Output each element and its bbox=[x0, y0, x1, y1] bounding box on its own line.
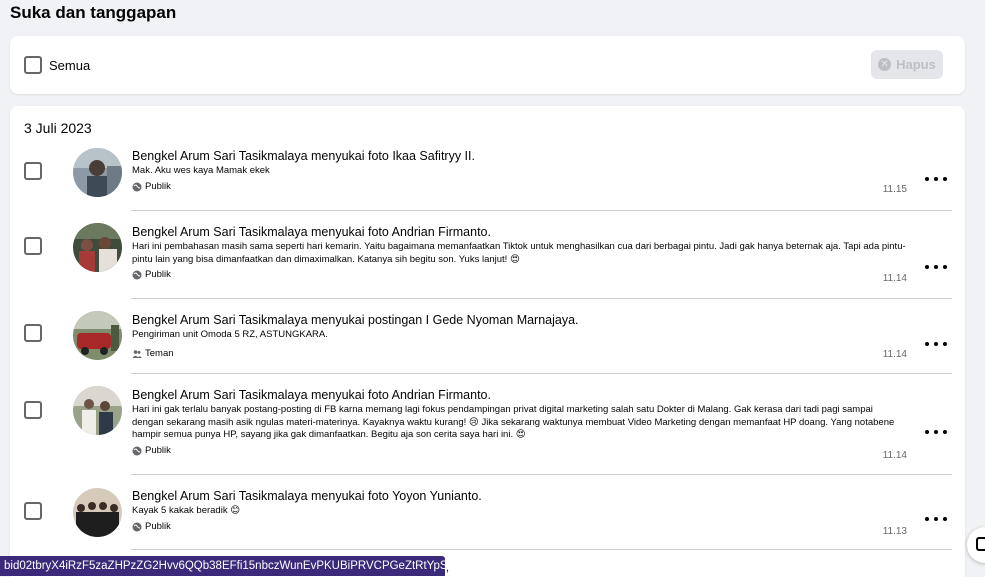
activity-headline[interactable]: Bengkel Arum Sari Tasikmalaya menyukai p… bbox=[132, 312, 907, 328]
actor-name: Bengkel Arum Sari Tasikmalaya bbox=[132, 225, 308, 239]
avatar-image bbox=[73, 311, 122, 360]
privacy-indicator: Publik bbox=[132, 269, 907, 281]
activity-row: Bengkel Arum Sari Tasikmalaya menyukai f… bbox=[10, 374, 965, 475]
actor-name: Bengkel Arum Sari Tasikmalaya bbox=[132, 149, 308, 163]
privacy-label: Publik bbox=[145, 180, 171, 192]
globe-icon bbox=[132, 270, 142, 280]
avatar[interactable] bbox=[73, 386, 122, 435]
close-circle-icon: ✕ bbox=[878, 58, 892, 71]
post-excerpt: Kayak 5 kakak beradik 😊 bbox=[132, 505, 241, 516]
activity-headline[interactable]: Bengkel Arum Sari Tasikmalaya menyukai f… bbox=[132, 488, 907, 504]
timestamp: 11.14 bbox=[882, 450, 907, 461]
avatar[interactable] bbox=[73, 311, 122, 360]
actor-name: Bengkel Arum Sari Tasikmalaya bbox=[132, 489, 308, 503]
privacy-label: Publik bbox=[145, 269, 171, 280]
avatar[interactable] bbox=[73, 488, 122, 537]
post-excerpt: Pengiriman unit Omoda 5 RZ, ASTUNGKARA. bbox=[132, 329, 328, 340]
activity-row: Bengkel Arum Sari Tasikmalaya menyukai p… bbox=[10, 299, 965, 374]
select-all-label: Semua bbox=[49, 58, 91, 73]
avatar-image bbox=[73, 488, 122, 537]
privacy-indicator: Publik bbox=[132, 445, 907, 457]
more-options-button[interactable] bbox=[925, 173, 947, 185]
globe-icon bbox=[132, 446, 142, 455]
privacy-indicator: Publik bbox=[132, 181, 907, 193]
row-checkbox[interactable] bbox=[24, 162, 42, 180]
more-options-button[interactable] bbox=[925, 261, 947, 273]
activity-headline[interactable]: Bengkel Arum Sari Tasikmalaya menyukai f… bbox=[132, 224, 907, 240]
more-options-button[interactable] bbox=[925, 426, 947, 438]
delete-button-label: Hapus bbox=[896, 57, 936, 72]
activity-headline[interactable]: Bengkel Arum Sari Tasikmalaya menyukai f… bbox=[132, 148, 907, 164]
activity-list: 3 Juli 2023 Bengkel Arum Sari Tasikmalay… bbox=[10, 106, 965, 577]
activity-headline[interactable]: Bengkel Arum Sari Tasikmalaya menyukai f… bbox=[132, 387, 907, 403]
select-all-checkbox[interactable] bbox=[24, 56, 42, 74]
floating-action-button[interactable] bbox=[967, 527, 985, 563]
avatar[interactable] bbox=[73, 223, 122, 272]
avatar-image bbox=[73, 386, 122, 435]
privacy-label: Publik bbox=[145, 444, 171, 456]
actor-name: Bengkel Arum Sari Tasikmalaya bbox=[132, 388, 308, 402]
toolbar-card: Semua ✕ Hapus bbox=[10, 36, 965, 94]
avatar-image bbox=[73, 148, 122, 197]
row-checkbox[interactable] bbox=[24, 237, 42, 255]
row-checkbox[interactable] bbox=[24, 502, 42, 520]
action-text: menyukai foto Yoyon Yunianto. bbox=[307, 489, 482, 503]
action-text: menyukai foto Ikaa Safitryy II. bbox=[307, 149, 475, 163]
timestamp: 11.15 bbox=[882, 184, 907, 195]
row-checkbox[interactable] bbox=[24, 401, 42, 419]
privacy-label: Publik bbox=[145, 520, 171, 532]
post-excerpt: Hari ini gak terlalu banyak postang-post… bbox=[132, 404, 895, 440]
activity-row: Bengkel Arum Sari Tasikmalaya menyukai f… bbox=[10, 475, 965, 550]
timestamp: 11.13 bbox=[882, 526, 907, 537]
actor-name: Bengkel Arum Sari Tasikmalaya bbox=[132, 313, 308, 327]
globe-icon bbox=[132, 182, 142, 191]
post-excerpt: Mak. Aku wes kaya Mamak ekek bbox=[132, 165, 270, 176]
status-bar-url: bid02tbryX4iRzF5zaZHPzZG2Hvv6QQb38EFfi15… bbox=[0, 556, 445, 576]
avatar-image bbox=[73, 223, 122, 272]
post-excerpt: Hari ini pembahasan masih sama seperti h… bbox=[132, 241, 906, 265]
row-checkbox[interactable] bbox=[24, 324, 42, 342]
friends-icon bbox=[132, 349, 142, 358]
avatar[interactable] bbox=[73, 148, 122, 197]
privacy-indicator: Teman bbox=[132, 348, 907, 360]
action-text: menyukai postingan I Gede Nyoman Marnaja… bbox=[307, 313, 579, 327]
delete-button[interactable]: ✕ Hapus bbox=[871, 50, 943, 79]
globe-icon bbox=[132, 522, 142, 531]
action-text: menyukai foto Andrian Firmanto. bbox=[307, 388, 491, 402]
privacy-indicator: Publik bbox=[132, 521, 907, 533]
date-heading: 3 Juli 2023 bbox=[24, 120, 92, 136]
activity-row: Bengkel Arum Sari Tasikmalaya menyukai f… bbox=[10, 146, 965, 211]
compose-icon bbox=[976, 537, 985, 551]
row-divider bbox=[131, 549, 952, 550]
action-text: menyukai foto Andrian Firmanto. bbox=[307, 225, 491, 239]
more-options-button[interactable] bbox=[925, 513, 947, 525]
page-title: Suka dan tanggapan bbox=[10, 3, 177, 22]
status-bar-tail: , bbox=[446, 562, 450, 574]
timestamp: 11.14 bbox=[882, 349, 907, 360]
activity-row: Bengkel Arum Sari Tasikmalaya menyukai f… bbox=[10, 211, 965, 299]
timestamp: 11.14 bbox=[882, 273, 907, 284]
privacy-label: Teman bbox=[145, 347, 174, 359]
more-options-button[interactable] bbox=[925, 338, 947, 350]
